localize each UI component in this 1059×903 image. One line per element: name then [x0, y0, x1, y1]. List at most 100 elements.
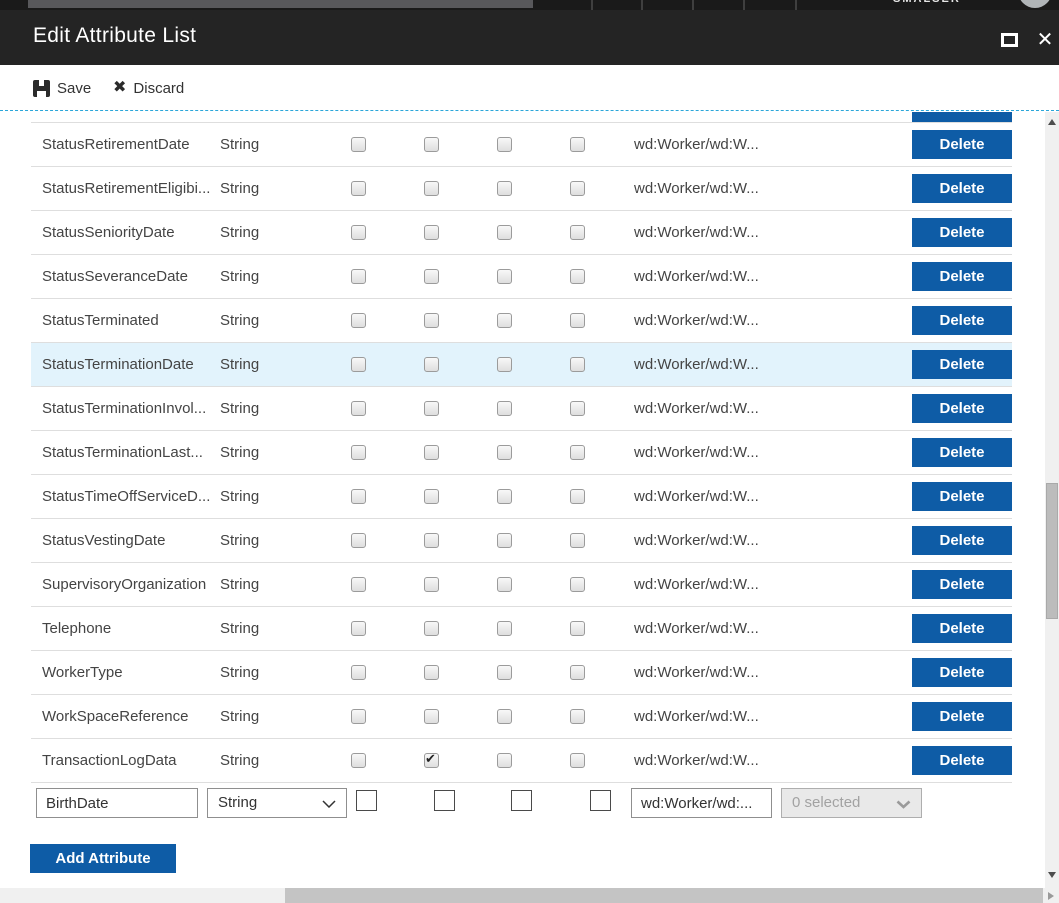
discard-button[interactable]: ✖ Discard [113, 75, 184, 101]
delete-button[interactable]: Delete [912, 702, 1012, 731]
attribute-checkbox-4[interactable]: ✔ [570, 621, 585, 636]
delete-button-partial[interactable] [912, 112, 1012, 122]
attribute-checkbox-3[interactable]: ✔ [497, 533, 512, 548]
attribute-checkbox-2[interactable]: ✔ [424, 665, 439, 680]
attribute-checkbox-1[interactable]: ✔ [351, 269, 366, 284]
attribute-checkbox-4[interactable]: ✔ [570, 709, 585, 724]
attribute-checkbox-2[interactable]: ✔ [424, 577, 439, 592]
attribute-checkbox-4[interactable]: ✔ [570, 401, 585, 416]
new-attribute-multiselect[interactable]: 0 selected [781, 788, 922, 818]
attribute-checkbox-4[interactable]: ✔ [570, 533, 585, 548]
add-attribute-button[interactable]: Add Attribute [30, 844, 176, 873]
attribute-type: String [220, 488, 260, 505]
attribute-checkbox-4[interactable]: ✔ [570, 577, 585, 592]
delete-button[interactable]: Delete [912, 174, 1012, 203]
horizontal-scrollbar[interactable] [0, 888, 1059, 903]
delete-button[interactable]: Delete [912, 306, 1012, 335]
attribute-checkbox-1[interactable]: ✔ [351, 665, 366, 680]
vertical-scrollbar[interactable] [1045, 112, 1059, 888]
scroll-up-icon[interactable] [1048, 119, 1056, 125]
scroll-right-icon[interactable] [1048, 892, 1054, 900]
attribute-checkbox-3[interactable]: ✔ [497, 269, 512, 284]
horizontal-scrollbar-thumb[interactable] [285, 888, 1043, 903]
attribute-checkbox-4[interactable]: ✔ [570, 753, 585, 768]
attribute-checkbox-1[interactable]: ✔ [351, 577, 366, 592]
attribute-checkbox-1[interactable]: ✔ [351, 753, 366, 768]
attribute-checkbox-2[interactable]: ✔ [424, 269, 439, 284]
delete-button[interactable]: Delete [912, 482, 1012, 511]
new-attribute-type-select[interactable]: String [207, 788, 347, 818]
maximize-icon[interactable] [1001, 33, 1018, 47]
attribute-checkbox-2[interactable]: ✔ [424, 533, 439, 548]
delete-button[interactable]: Delete [912, 658, 1012, 687]
attribute-checkbox-3[interactable]: ✔ [497, 577, 512, 592]
delete-button[interactable]: Delete [912, 218, 1012, 247]
attribute-checkbox-4[interactable]: ✔ [570, 181, 585, 196]
delete-button[interactable]: Delete [912, 350, 1012, 379]
attribute-checkbox-2[interactable]: ✔ [424, 621, 439, 636]
delete-button[interactable]: Delete [912, 262, 1012, 291]
discard-icon: ✖ [113, 79, 127, 96]
new-attribute-checkbox-2[interactable] [434, 790, 455, 811]
new-attribute-checkbox-3[interactable] [511, 790, 532, 811]
attribute-checkbox-1[interactable]: ✔ [351, 225, 366, 240]
attribute-type: String [220, 444, 260, 461]
delete-button[interactable]: Delete [912, 394, 1012, 423]
attribute-checkbox-3[interactable]: ✔ [497, 137, 512, 152]
save-button[interactable]: Save [33, 75, 91, 101]
attribute-checkbox-1[interactable]: ✔ [351, 401, 366, 416]
delete-button[interactable]: Delete [912, 746, 1012, 775]
attribute-checkbox-1[interactable]: ✔ [351, 709, 366, 724]
delete-button[interactable]: Delete [912, 438, 1012, 467]
attribute-checkbox-1[interactable]: ✔ [351, 489, 366, 504]
attribute-checkbox-3[interactable]: ✔ [497, 181, 512, 196]
new-attribute-name-input[interactable] [36, 788, 198, 818]
attribute-checkbox-1[interactable]: ✔ [351, 533, 366, 548]
vertical-scrollbar-thumb[interactable] [1046, 483, 1058, 619]
attribute-checkbox-3[interactable]: ✔ [497, 225, 512, 240]
delete-button[interactable]: Delete [912, 614, 1012, 643]
attribute-checkbox-3[interactable]: ✔ [497, 489, 512, 504]
attribute-checkbox-4[interactable]: ✔ [570, 665, 585, 680]
attribute-checkbox-3[interactable]: ✔ [497, 753, 512, 768]
attribute-checkbox-4[interactable]: ✔ [570, 445, 585, 460]
attribute-checkbox-2[interactable]: ✔ [424, 225, 439, 240]
attribute-checkbox-4[interactable]: ✔ [570, 269, 585, 284]
attribute-checkbox-3[interactable]: ✔ [497, 621, 512, 636]
attribute-checkbox-4[interactable]: ✔ [570, 225, 585, 240]
attribute-checkbox-1[interactable]: ✔ [351, 181, 366, 196]
new-attribute-checkbox-1[interactable] [356, 790, 377, 811]
attribute-checkbox-3[interactable]: ✔ [497, 357, 512, 372]
attribute-checkbox-4[interactable]: ✔ [570, 137, 585, 152]
attribute-checkbox-2[interactable]: ✔ [424, 181, 439, 196]
attribute-checkbox-4[interactable]: ✔ [570, 489, 585, 504]
close-icon[interactable]: ✕ [1034, 27, 1056, 53]
attribute-checkbox-2[interactable]: ✔ [424, 357, 439, 372]
attribute-checkbox-2[interactable]: ✔ [424, 313, 439, 328]
attribute-checkbox-4[interactable]: ✔ [570, 313, 585, 328]
attribute-checkbox-1[interactable]: ✔ [351, 137, 366, 152]
attribute-checkbox-1[interactable]: ✔ [351, 357, 366, 372]
attribute-checkbox-1[interactable]: ✔ [351, 621, 366, 636]
attribute-checkbox-2[interactable]: ✔ [424, 445, 439, 460]
delete-button[interactable]: Delete [912, 526, 1012, 555]
attribute-checkbox-2[interactable]: ✔ [424, 751, 439, 768]
attribute-checkbox-3[interactable]: ✔ [497, 401, 512, 416]
attribute-checkbox-1[interactable]: ✔ [351, 313, 366, 328]
avatar[interactable] [1018, 0, 1052, 8]
attribute-checkbox-3[interactable]: ✔ [497, 665, 512, 680]
scroll-down-icon[interactable] [1048, 872, 1056, 878]
attribute-checkbox-2[interactable]: ✔ [424, 709, 439, 724]
attribute-checkbox-1[interactable]: ✔ [351, 445, 366, 460]
attribute-checkbox-3[interactable]: ✔ [497, 445, 512, 460]
attribute-checkbox-4[interactable]: ✔ [570, 357, 585, 372]
attribute-checkbox-3[interactable]: ✔ [497, 709, 512, 724]
attribute-checkbox-2[interactable]: ✔ [424, 489, 439, 504]
attribute-checkbox-2[interactable]: ✔ [424, 137, 439, 152]
attribute-checkbox-2[interactable]: ✔ [424, 401, 439, 416]
new-attribute-checkbox-4[interactable] [590, 790, 611, 811]
new-attribute-path-input[interactable] [631, 788, 772, 818]
delete-button[interactable]: Delete [912, 130, 1012, 159]
delete-button[interactable]: Delete [912, 570, 1012, 599]
attribute-checkbox-3[interactable]: ✔ [497, 313, 512, 328]
